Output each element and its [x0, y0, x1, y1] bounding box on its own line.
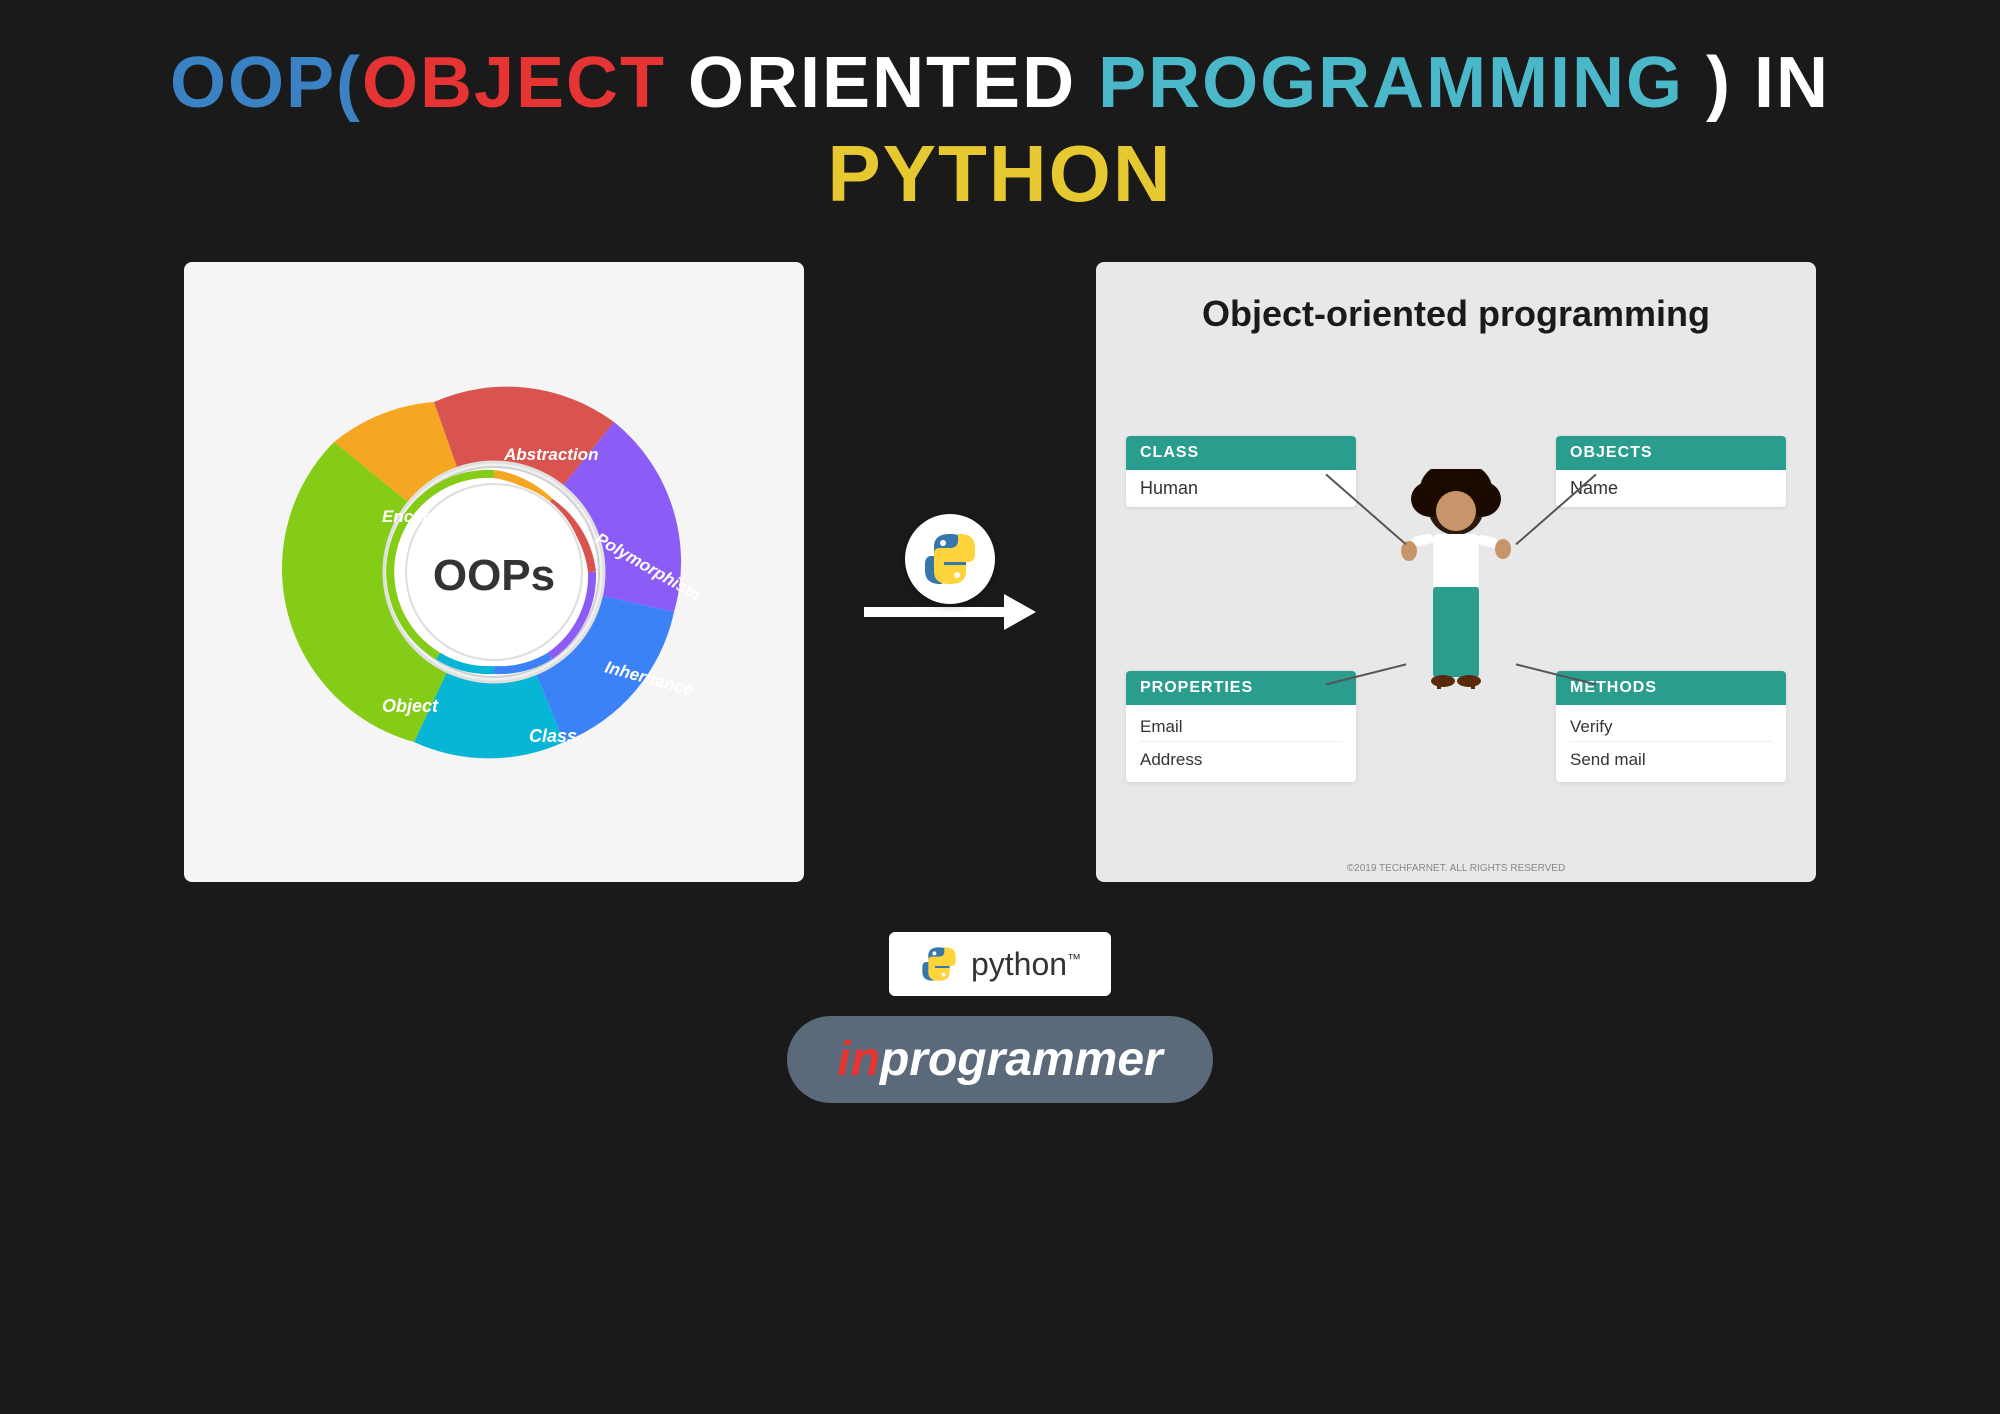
properties-values: Email Address	[1126, 705, 1356, 782]
properties-header: PROPERTIES	[1126, 671, 1356, 705]
title-oriented: ORIENTED	[666, 43, 1098, 123]
arrow-shaft	[864, 607, 1004, 617]
python-logo-icon	[920, 529, 980, 589]
python-badge-text: python™	[971, 946, 1081, 983]
svg-text:OOPs: OOPs	[433, 551, 555, 600]
inprogrammer-badge: inprogrammer	[787, 1016, 1212, 1103]
methods-box: METHODS Verify Send mail	[1556, 671, 1786, 782]
method-verify: Verify	[1570, 713, 1772, 742]
class-header: CLASS	[1126, 436, 1356, 470]
inp-in-text: in	[837, 1032, 880, 1087]
person-col	[1371, 366, 1541, 853]
oop-right-col: OBJECTS Name METHODS Verify Send mail	[1556, 366, 1786, 853]
title-section: OOP(OBJECT ORIENTED PROGRAMMING ) IN PYT…	[170, 40, 1830, 222]
python-badge: python™	[889, 932, 1111, 996]
title-python: PYTHON	[170, 126, 1830, 222]
python-badge-icon	[919, 944, 959, 984]
python-logo-circle	[905, 514, 995, 604]
properties-box: PROPERTIES Email Address	[1126, 671, 1356, 782]
objects-box: OBJECTS Name	[1556, 436, 1786, 507]
oop-left-col: CLASS Human PROPERTIES Email Address	[1126, 366, 1356, 853]
svg-text:Class: Class	[529, 726, 577, 746]
svg-text:Abstraction: Abstraction	[503, 445, 598, 464]
method-sendmail: Send mail	[1570, 746, 1772, 774]
person-figure	[1381, 469, 1531, 749]
property-address: Address	[1140, 746, 1342, 774]
arrow-container	[864, 514, 1036, 630]
bottom-section: python™ inprogrammer	[787, 932, 1212, 1103]
python-text: python	[971, 946, 1067, 982]
arrow-head	[1004, 594, 1036, 630]
title-programming: PROGRAMMING	[1098, 43, 1684, 123]
oop-diagram-area: CLASS Human PROPERTIES Email Address	[1126, 366, 1786, 853]
title-in: ) IN	[1684, 43, 1830, 123]
class-box: CLASS Human	[1126, 436, 1356, 507]
inp-programmer-text: programmer	[880, 1032, 1163, 1087]
property-email: Email	[1140, 713, 1342, 742]
objects-value: Name	[1556, 470, 1786, 507]
copyright-text: ©2019 TECHFARNET. ALL RIGHTS RESERVED	[1347, 863, 1565, 874]
svg-text:Encapsulation: Encapsulation	[382, 507, 498, 526]
methods-values: Verify Send mail	[1556, 705, 1786, 782]
class-value: Human	[1126, 470, 1356, 507]
oop-panel-title: Object-oriented programming	[1202, 292, 1710, 335]
oops-diagram: OOPs Encapsulation Abstraction Polymorph…	[234, 312, 754, 832]
methods-header: METHODS	[1556, 671, 1786, 705]
main-content: OOPs Encapsulation Abstraction Polymorph…	[0, 262, 2000, 882]
oops-svg: OOPs Encapsulation Abstraction Polymorph…	[234, 312, 754, 832]
right-panel: Object-oriented programming CLASS Human …	[1096, 262, 1816, 882]
svg-text:Object: Object	[382, 696, 439, 716]
title-oop: OOP(	[170, 43, 362, 123]
title-line1: OOP(OBJECT ORIENTED PROGRAMMING ) IN	[170, 40, 1830, 126]
left-panel: OOPs Encapsulation Abstraction Polymorph…	[184, 262, 804, 882]
objects-header: OBJECTS	[1556, 436, 1786, 470]
title-object: OBJECT	[362, 43, 666, 123]
